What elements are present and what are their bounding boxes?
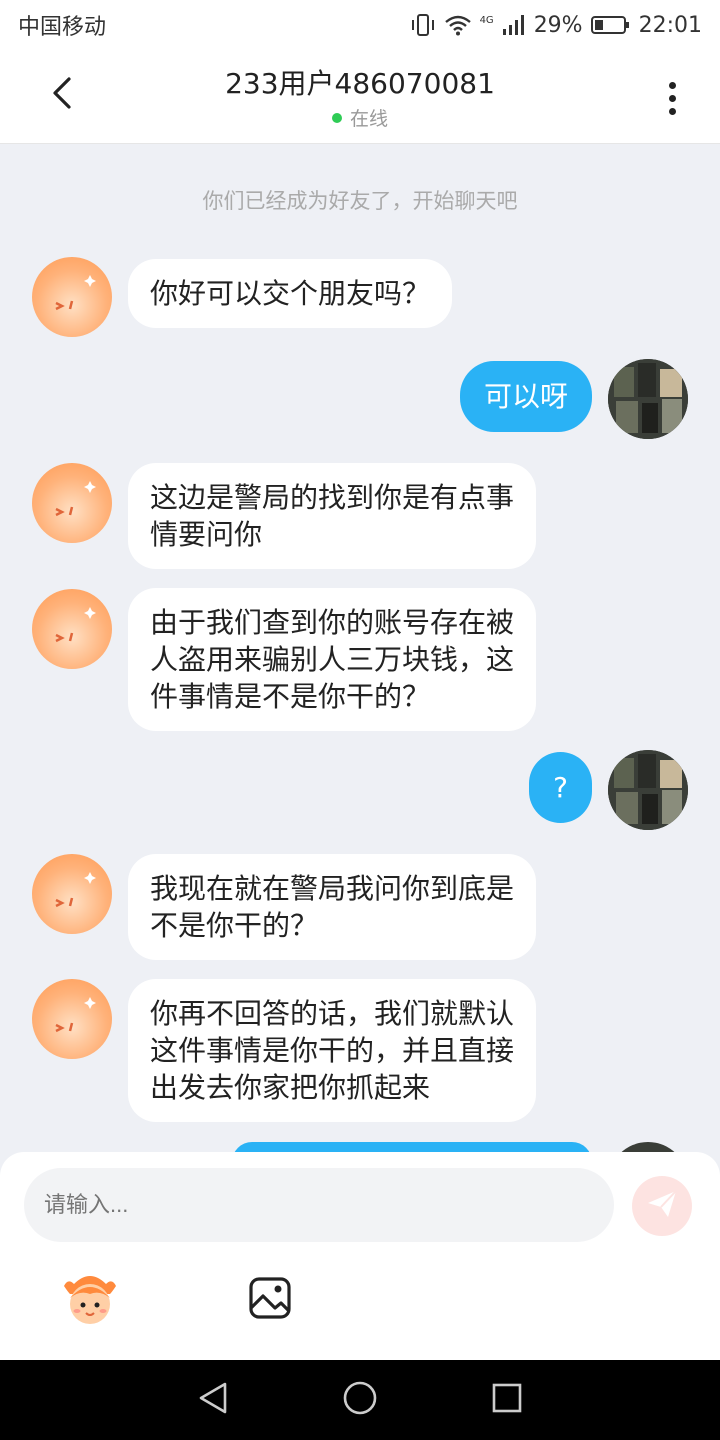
battery-percent: 29% (533, 12, 583, 38)
message-line: 人盗用来骗别人三万块钱，这 (150, 643, 515, 676)
paper-plane-icon (646, 1189, 678, 1223)
system-nav-bar (0, 1360, 720, 1440)
message-bubble-incoming[interactable]: 由于我们查到你的账号存在被 人盗用来骗别人三万块钱，这 件事情是不是你干的？ (128, 588, 537, 731)
message-bubble-incoming[interactable]: 你再不回答的话，我们就默认 这件事情是你干的，并且直接 出发去你家把你抓起来 (128, 979, 537, 1122)
battery-icon (590, 14, 631, 36)
status-icons: 4G 29% 22:01 (410, 13, 702, 38)
image-button[interactable] (248, 1276, 292, 1320)
network-type-label: 4G (479, 14, 494, 26)
chat-messages[interactable]: 你们已经成为好友了，开始聊天吧 你好可以交个朋友吗？ 可以呀 这边是警局的找到你… (0, 145, 720, 1155)
contact-avatar[interactable] (32, 589, 112, 669)
triangle-back-icon (197, 1381, 229, 1419)
wifi-icon (444, 14, 472, 36)
message-bubble-incoming[interactable]: 这边是警局的找到你是有点事 情要问你 (128, 463, 537, 569)
online-status: 在线 (0, 104, 720, 131)
contact-avatar[interactable] (32, 463, 112, 543)
system-note: 你们已经成为好友了，开始聊天吧 (202, 189, 518, 213)
message-bubble-outgoing[interactable]: ? (529, 752, 592, 823)
user-avatar[interactable] (608, 750, 688, 830)
contact-avatar[interactable] (32, 979, 112, 1059)
message-text: 你好可以交个朋友吗？ (150, 277, 431, 310)
message-bubble-incoming[interactable]: 我现在就在警局我问你到底是 不是你干的？ (128, 854, 537, 960)
square-recent-icon (491, 1382, 523, 1418)
online-dot-icon (331, 112, 342, 123)
emoji-face-icon (60, 1276, 120, 1332)
vibrate-icon (410, 14, 436, 36)
message-line: 件事情是不是你干的？ (150, 680, 431, 713)
emoji-button[interactable] (60, 1272, 120, 1328)
message-text: 可以呀 (483, 380, 568, 413)
message-line: 出发去你家把你抓起来 (150, 1071, 431, 1104)
status-bar: 中国移动 4G 29% 22:01 (0, 0, 720, 50)
message-line: 这件事情是你干的，并且直接 (150, 1034, 515, 1067)
send-button[interactable] (632, 1176, 692, 1236)
circle-home-icon (342, 1380, 378, 1420)
message-bubble-incoming[interactable]: 你好可以交个朋友吗？ (128, 259, 453, 328)
input-panel (0, 1152, 720, 1360)
signal-icon (502, 14, 526, 36)
user-avatar[interactable] (608, 359, 688, 439)
contact-name: 233用户486070081 (225, 67, 495, 100)
chat-header: 233用户486070081 在线 (0, 50, 720, 144)
clock: 22:01 (638, 12, 702, 38)
image-icon (248, 1277, 292, 1324)
more-options-button[interactable] (652, 76, 692, 120)
message-line: 我现在就在警局我问你到底是 (150, 872, 515, 905)
message-line: 你再不回答的话，我们就默认 (150, 997, 515, 1030)
message-line: 情要问你 (150, 518, 263, 551)
more-vertical-icon (668, 81, 676, 89)
carrier-label: 中国移动 (18, 15, 107, 40)
message-line: 这边是警局的找到你是有点事 (150, 481, 515, 514)
message-input[interactable] (24, 1168, 614, 1242)
nav-recent-button[interactable] (485, 1378, 529, 1422)
nav-home-button[interactable] (338, 1378, 382, 1422)
message-line: 由于我们查到你的账号存在被 (150, 606, 515, 639)
nav-back-button[interactable] (191, 1378, 235, 1422)
message-bubble-outgoing[interactable]: 可以呀 (459, 361, 592, 432)
message-text: ? (553, 771, 568, 804)
message-line: 不是你干的？ (150, 909, 319, 942)
contact-avatar[interactable] (32, 257, 112, 337)
contact-avatar[interactable] (32, 854, 112, 934)
online-status-label: 在线 (349, 108, 388, 130)
